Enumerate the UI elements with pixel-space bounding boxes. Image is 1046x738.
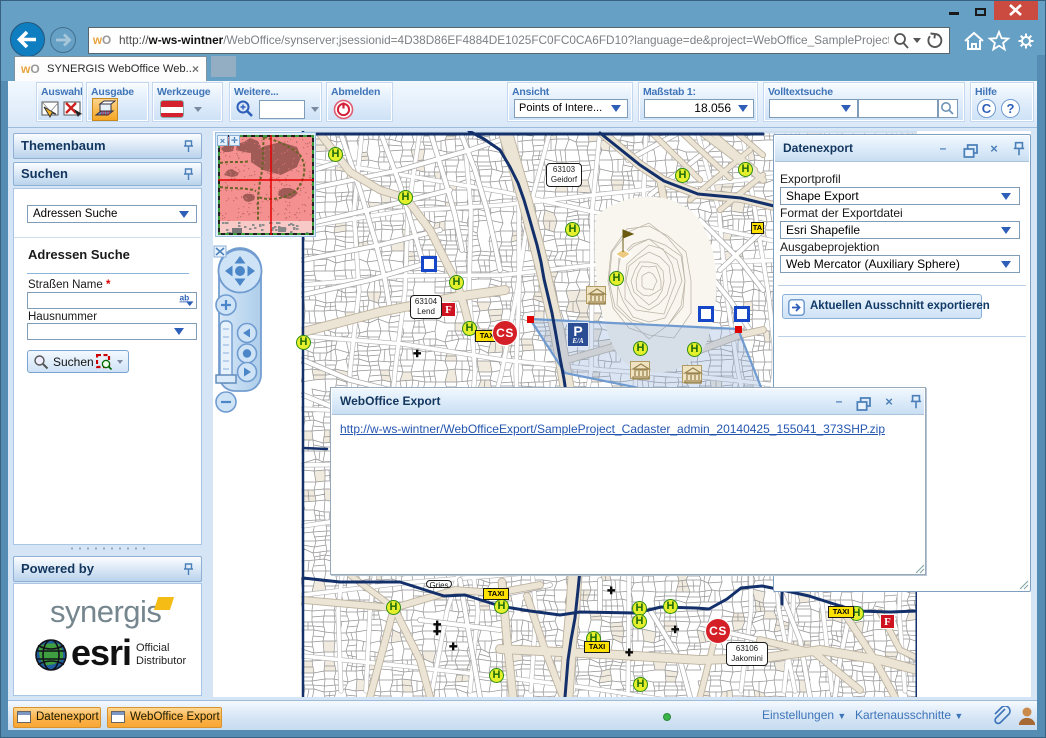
svg-text:ab: ab — [179, 293, 189, 302]
